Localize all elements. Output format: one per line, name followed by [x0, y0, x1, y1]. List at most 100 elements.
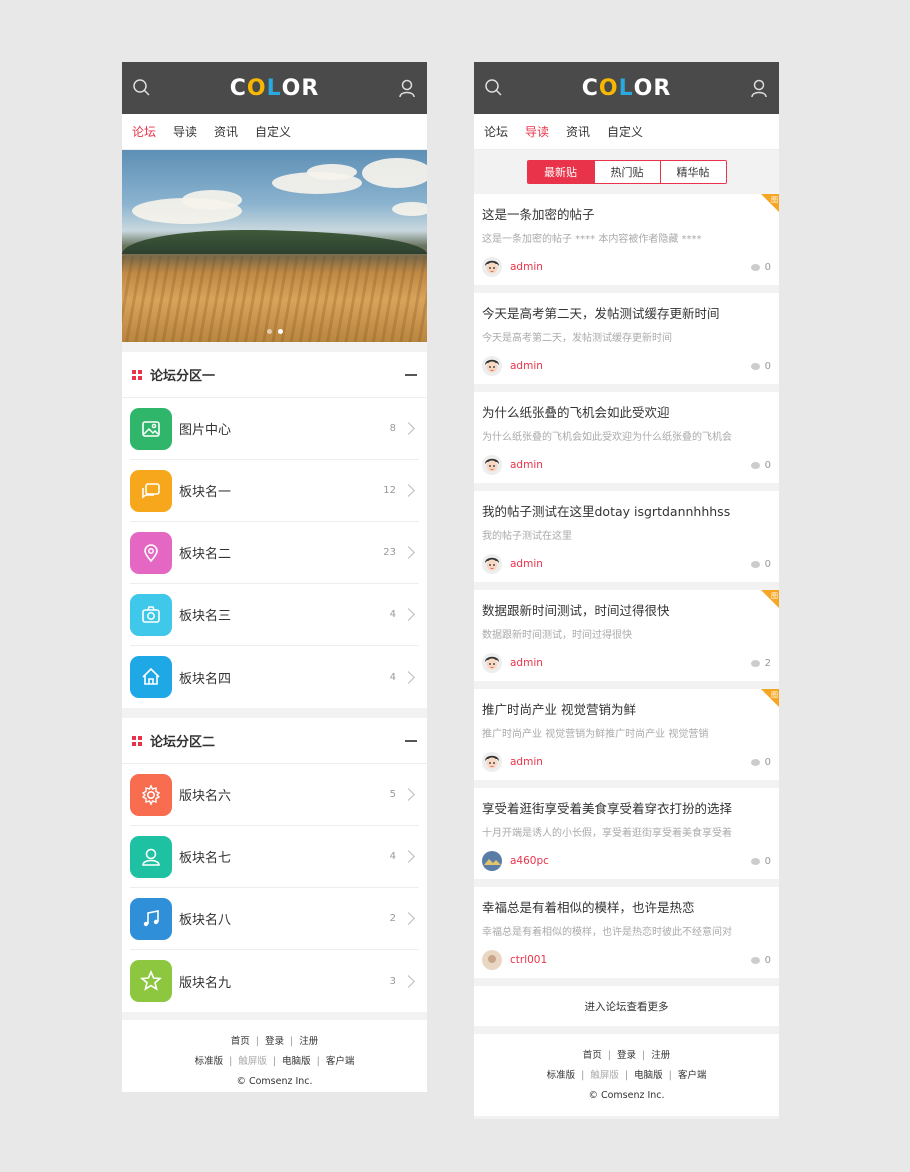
nav-tab[interactable]: 导读 — [173, 123, 197, 140]
forum-row[interactable]: 板块名二 23 — [130, 522, 419, 584]
avatar[interactable] — [482, 950, 502, 970]
footer-link[interactable]: 客户端 — [678, 1070, 707, 1081]
separator: | — [642, 1050, 646, 1061]
post-author[interactable]: admin — [510, 360, 751, 372]
image-tag-label: 图 — [771, 691, 778, 699]
post-author[interactable]: admin — [510, 459, 751, 471]
post-author[interactable]: admin — [510, 558, 751, 570]
forum-count: 8 — [389, 423, 396, 434]
nav-tab[interactable]: 导读 — [525, 123, 549, 140]
footer-link[interactable]: 首页 — [231, 1036, 250, 1047]
forum-row[interactable]: 板块名四 4 — [130, 646, 419, 708]
post-title[interactable]: 享受着逛街享受着美食享受着穿衣打扮的选择 — [482, 798, 771, 817]
user-icon[interactable] — [397, 78, 417, 98]
footer-link[interactable]: 触屏版 — [590, 1070, 619, 1081]
footer-link[interactable]: 触屏版 — [238, 1056, 267, 1067]
forum-row[interactable]: 图片中心 8 — [130, 398, 419, 460]
post-title[interactable]: 为什么纸张叠的飞机会如此受欢迎 — [482, 402, 771, 421]
footer-link[interactable]: 首页 — [583, 1050, 602, 1061]
footer-link[interactable]: 登录 — [617, 1050, 636, 1061]
nav-tab[interactable]: 自定义 — [255, 123, 291, 140]
forum-count: 4 — [389, 851, 396, 862]
collapse-icon[interactable] — [405, 373, 417, 376]
post-excerpt: 推广时尚产业 视觉营销为鲜推广时尚产业 视觉营销 — [482, 729, 709, 740]
forum-name: 板块名一 — [179, 485, 232, 500]
collapse-icon[interactable] — [405, 739, 417, 742]
reply-count: 0 — [764, 261, 771, 273]
segment-tab[interactable]: 热门贴 — [593, 161, 660, 183]
banner-image[interactable] — [122, 150, 427, 342]
avatar[interactable] — [482, 653, 502, 673]
post-card[interactable]: 图推广时尚产业 视觉营销为鲜推广时尚产业 视觉营销为鲜推广时尚产业 视觉营销 ad… — [474, 689, 779, 780]
footer-link[interactable]: 电脑版 — [634, 1070, 663, 1081]
segment-tab[interactable]: 最新贴 — [527, 161, 594, 183]
footer-link[interactable]: 电脑版 — [282, 1056, 311, 1067]
post-author[interactable]: ctrl001 — [510, 954, 751, 966]
forum-count: 4 — [389, 671, 396, 683]
view-more-button[interactable]: 进入论坛查看更多 — [474, 986, 779, 1026]
post-card[interactable]: 幸福总是有着相似的模样，也许是热恋 幸福总是有着相似的模样，也许是热恋时彼此不经意… — [474, 887, 779, 978]
footer-link[interactable]: 登录 — [265, 1036, 284, 1047]
post-card[interactable]: 为什么纸张叠的飞机会如此受欢迎 为什么纸张叠的飞机会如此受欢迎为什么纸张叠的飞机会… — [474, 392, 779, 483]
forum-row[interactable]: 板块名八 2 — [130, 888, 419, 950]
post-title[interactable]: 推广时尚产业 视觉营销为鲜 — [482, 699, 771, 718]
post-author[interactable]: admin — [510, 261, 751, 273]
forum-row[interactable]: 板块名一 12 — [130, 460, 419, 522]
post-card[interactable]: 图这是一条加密的帖子 这是一条加密的帖子 **** 本内容被作者隐藏 **** ad… — [474, 194, 779, 285]
logo[interactable]: COLOR — [230, 76, 320, 101]
post-card[interactable]: 享受着逛街享受着美食享受着穿衣打扮的选择 十月开端是诱人的小长假，享受着逛街享受着… — [474, 788, 779, 879]
post-author[interactable]: admin — [510, 756, 751, 768]
nav-tab[interactable]: 资讯 — [566, 123, 590, 140]
post-title[interactable]: 我的帖子测试在这里dotay isgrtdannhhhss — [482, 501, 771, 520]
forum-count: 5 — [389, 789, 396, 800]
banner-dot[interactable] — [266, 329, 272, 334]
search-icon[interactable] — [132, 78, 152, 98]
nav-tab[interactable]: 资讯 — [214, 123, 238, 140]
post-title[interactable]: 数据跟新时间测试，时间过得很快 — [482, 600, 771, 619]
avatar[interactable] — [482, 554, 502, 574]
forum-row[interactable]: 板块名七 4 — [130, 826, 419, 888]
image-icon — [130, 407, 172, 450]
logo[interactable]: COLOR — [582, 76, 672, 101]
footer-link[interactable]: 标准版 — [195, 1056, 224, 1067]
avatar[interactable] — [482, 752, 502, 772]
post-meta: a460pc 0 — [482, 851, 771, 871]
post-excerpt: 今天是高考第二天，发帖测试缓存更新时间 — [482, 333, 672, 344]
search-icon[interactable] — [484, 78, 504, 98]
separator: | — [316, 1056, 320, 1067]
nav-tab[interactable]: 论坛 — [132, 123, 156, 140]
avatar[interactable] — [482, 851, 502, 871]
avatar[interactable] — [482, 257, 502, 277]
post-author[interactable]: a460pc — [510, 855, 751, 867]
section-header[interactable]: 论坛分区二 — [122, 718, 427, 764]
post-author[interactable]: admin — [510, 657, 751, 669]
footer-link[interactable]: 标准版 — [547, 1070, 576, 1081]
avatar[interactable] — [482, 455, 502, 475]
post-title[interactable]: 这是一条加密的帖子 — [482, 204, 771, 223]
post-card[interactable]: 今天是高考第二天，发帖测试缓存更新时间 今天是高考第二天，发帖测试缓存更新时间 ad… — [474, 293, 779, 384]
post-card[interactable]: 我的帖子测试在这里dotay isgrtdannhhhss 我的帖子测试在这里 ad… — [474, 491, 779, 582]
nav-tab[interactable]: 自定义 — [607, 123, 643, 140]
logo-letter: R — [301, 75, 320, 101]
user-icon[interactable] — [749, 78, 769, 98]
post-card[interactable]: 图数据跟新时间测试，时间过得很快 数据跟新时间测试，时间过得很快 admin 2 — [474, 590, 779, 681]
footer-link[interactable]: 客户端 — [326, 1056, 355, 1067]
post-meta: admin 2 — [482, 653, 771, 673]
forum-row[interactable]: 板块名三 4 — [130, 584, 419, 646]
nav-tab[interactable]: 论坛 — [484, 123, 508, 140]
footer-link[interactable]: 注册 — [299, 1036, 318, 1047]
reply-count: 0 — [764, 954, 771, 966]
footer-link[interactable]: 注册 — [651, 1050, 670, 1061]
section-header[interactable]: 论坛分区一 — [122, 352, 427, 398]
post-title[interactable]: 今天是高考第二天，发帖测试缓存更新时间 — [482, 303, 771, 322]
separator: | — [624, 1070, 629, 1081]
phone-guide: COLOR 论坛 导读 资讯 自定义 最新贴 热门贴 精华帖 图这是一条加密的帖子 这是一条… — [474, 62, 779, 1119]
segment-tab[interactable]: 精华帖 — [659, 161, 726, 183]
forum-row[interactable]: 版块名六 5 — [130, 764, 419, 826]
banner-dot[interactable] — [277, 329, 283, 334]
post-title[interactable]: 幸福总是有着相似的模样，也许是热恋 — [482, 897, 771, 916]
avatar[interactable] — [482, 356, 502, 376]
forum-row[interactable]: 版块名九 3 — [130, 950, 419, 1012]
grid-icon — [132, 369, 142, 380]
post-meta: admin 0 — [482, 356, 771, 376]
